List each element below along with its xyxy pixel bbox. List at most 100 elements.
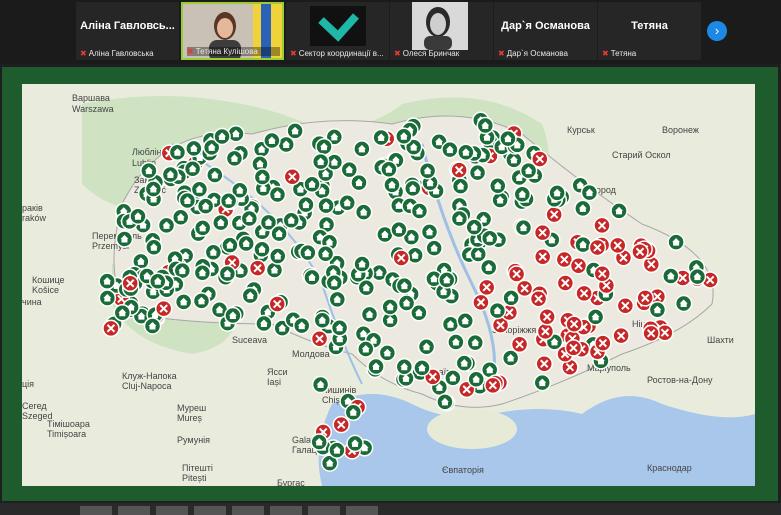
home-icon[interactable] — [367, 357, 385, 376]
home-icon[interactable] — [193, 219, 212, 237]
close-icon[interactable] — [608, 236, 627, 255]
home-icon[interactable] — [310, 433, 328, 451]
participant-tile[interactable]: Аліна Гавловсь... ✖ Аліна Гавловська — [76, 2, 179, 60]
home-icon[interactable] — [270, 224, 288, 243]
home-icon[interactable] — [466, 333, 484, 352]
home-icon[interactable] — [404, 179, 422, 198]
home-icon[interactable] — [548, 184, 566, 202]
home-icon[interactable] — [357, 340, 375, 358]
home-icon[interactable] — [417, 338, 436, 356]
home-icon[interactable] — [499, 129, 517, 148]
close-icon[interactable] — [631, 242, 649, 261]
close-icon[interactable] — [332, 415, 350, 434]
taskbar-thumbnail[interactable] — [232, 506, 264, 515]
close-icon[interactable] — [531, 150, 549, 168]
taskbar-thumbnail[interactable] — [156, 506, 188, 515]
home-icon[interactable] — [354, 203, 373, 221]
home-icon[interactable] — [357, 279, 376, 297]
home-icon[interactable] — [395, 127, 413, 146]
home-icon[interactable] — [465, 218, 483, 236]
home-icon[interactable] — [501, 349, 520, 367]
home-icon[interactable] — [688, 267, 707, 286]
home-icon[interactable] — [149, 272, 167, 290]
close-icon[interactable] — [392, 249, 410, 267]
participant-tile[interactable]: ✖ Сектор координації в... — [286, 2, 389, 60]
chevron-right-icon[interactable]: › — [707, 21, 727, 41]
close-icon[interactable] — [642, 324, 660, 343]
close-icon[interactable] — [593, 216, 611, 235]
close-icon[interactable] — [556, 274, 575, 292]
home-icon[interactable] — [241, 286, 260, 305]
home-icon[interactable] — [413, 359, 431, 377]
close-icon[interactable] — [536, 322, 555, 341]
home-icon[interactable] — [451, 177, 470, 195]
home-icon[interactable] — [667, 233, 685, 251]
home-icon[interactable] — [418, 161, 437, 180]
close-icon[interactable] — [594, 334, 612, 352]
close-icon[interactable] — [529, 290, 548, 308]
home-icon[interactable] — [240, 209, 259, 228]
home-icon[interactable] — [344, 403, 363, 422]
home-icon[interactable] — [338, 194, 357, 212]
close-icon[interactable] — [593, 265, 612, 283]
home-icon[interactable] — [328, 441, 346, 459]
home-icon[interactable] — [648, 300, 667, 319]
home-icon[interactable] — [185, 139, 203, 158]
close-icon[interactable] — [121, 274, 139, 293]
home-icon[interactable] — [381, 298, 399, 316]
close-icon[interactable] — [310, 330, 329, 348]
home-icon[interactable] — [436, 393, 454, 411]
home-icon[interactable] — [574, 235, 592, 254]
home-icon[interactable] — [410, 202, 429, 220]
home-icon[interactable] — [325, 273, 344, 292]
home-icon[interactable] — [282, 211, 301, 229]
home-icon[interactable] — [514, 218, 533, 237]
home-icon[interactable] — [397, 294, 416, 312]
home-icon[interactable] — [674, 294, 693, 313]
home-icon[interactable] — [586, 308, 605, 326]
close-icon[interactable] — [102, 319, 120, 338]
home-icon[interactable] — [395, 357, 414, 376]
taskbar-thumbnail[interactable] — [80, 506, 112, 515]
close-icon[interactable] — [472, 293, 490, 312]
home-icon[interactable] — [450, 209, 469, 228]
home-icon[interactable] — [303, 175, 321, 194]
home-icon[interactable] — [178, 191, 197, 210]
home-icon[interactable] — [491, 191, 509, 209]
home-icon[interactable] — [313, 311, 332, 330]
home-icon[interactable] — [360, 305, 379, 324]
close-icon[interactable] — [538, 308, 556, 326]
home-icon[interactable] — [468, 163, 487, 182]
home-icon[interactable] — [395, 276, 414, 295]
participant-tile-active[interactable]: ✖ Тетяна Кулішова — [181, 2, 284, 60]
home-icon[interactable] — [219, 191, 238, 210]
taskbar-thumbnail[interactable] — [346, 506, 378, 515]
home-icon[interactable] — [143, 317, 162, 335]
home-icon[interactable] — [350, 173, 368, 192]
home-icon[interactable] — [383, 176, 401, 194]
home-icon[interactable] — [115, 230, 134, 248]
home-icon[interactable] — [253, 168, 272, 186]
home-icon[interactable] — [168, 143, 187, 162]
home-icon[interactable] — [161, 165, 180, 184]
close-icon[interactable] — [477, 278, 496, 297]
participant-tile[interactable]: Дар`я Османова ✖ Дар`я Османова — [494, 2, 597, 60]
home-icon[interactable] — [237, 234, 255, 253]
home-icon[interactable] — [378, 344, 397, 362]
home-icon[interactable] — [489, 177, 507, 195]
taskbar-thumbnail[interactable] — [270, 506, 302, 515]
home-icon[interactable] — [144, 180, 163, 198]
home-icon[interactable] — [206, 166, 224, 184]
home-icon[interactable] — [513, 185, 532, 203]
close-icon[interactable] — [248, 259, 267, 277]
home-icon[interactable] — [380, 160, 398, 179]
home-icon[interactable] — [390, 220, 408, 239]
close-icon[interactable] — [636, 289, 654, 307]
home-icon[interactable] — [467, 370, 485, 389]
home-icon[interactable] — [212, 213, 230, 232]
close-icon[interactable] — [565, 315, 583, 333]
home-icon[interactable] — [315, 137, 333, 156]
home-icon[interactable] — [303, 268, 321, 287]
home-icon[interactable] — [268, 247, 287, 265]
home-icon[interactable] — [456, 312, 475, 330]
